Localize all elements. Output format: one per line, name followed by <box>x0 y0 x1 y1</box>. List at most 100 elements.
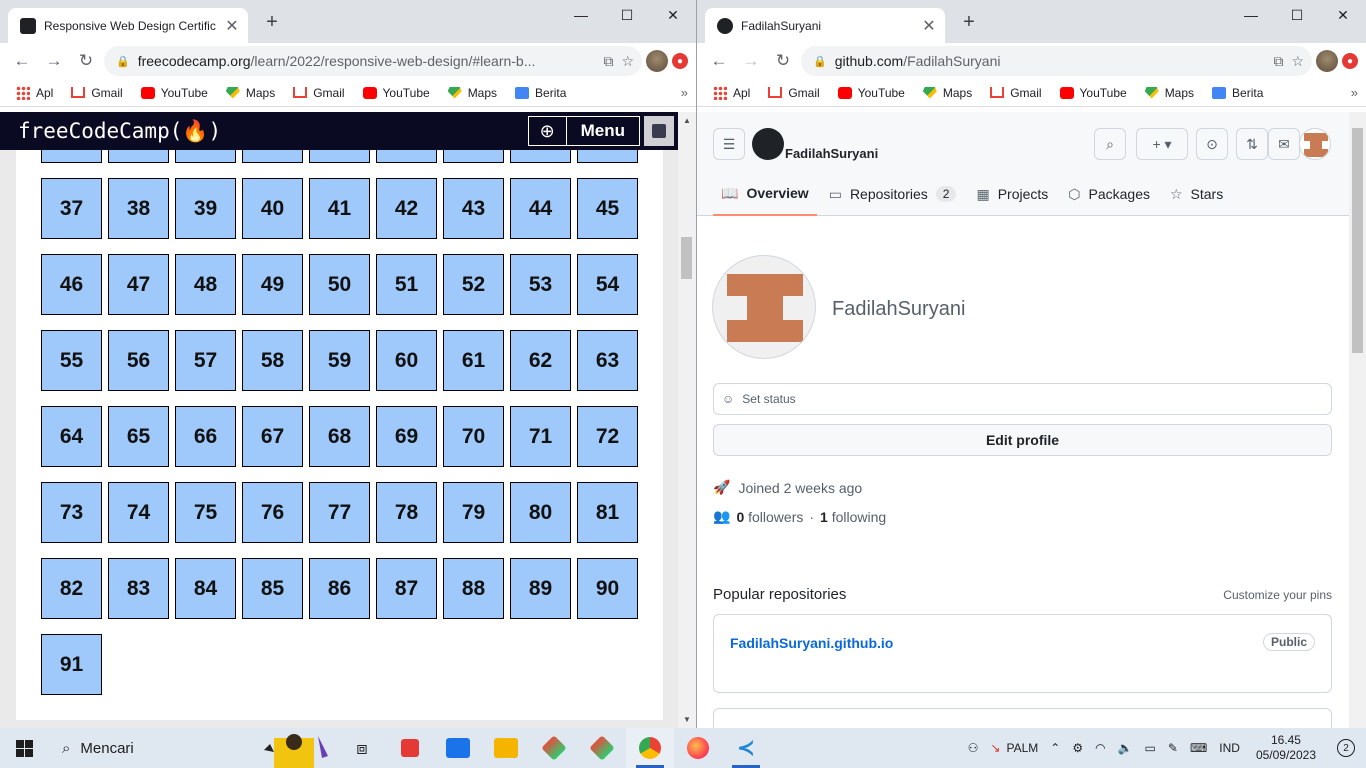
tab-stars[interactable]: ☆ Stars <box>1162 172 1231 216</box>
battery-icon[interactable]: ▭ <box>1139 728 1162 768</box>
back-button[interactable]: ← <box>705 47 733 75</box>
more-bookmarks-icon[interactable]: » <box>681 85 688 100</box>
back-button[interactable]: ← <box>8 47 36 75</box>
taskbar-search[interactable]: ⌕ Mencari <box>48 728 258 768</box>
scrollbar-thumb[interactable] <box>1352 128 1363 353</box>
header-username[interactable]: FadilahSuryani <box>785 146 878 161</box>
extension-icon[interactable]: ● <box>672 53 688 69</box>
set-status-button[interactable]: ☺ Set status <box>713 383 1332 415</box>
user-avatar[interactable] <box>644 116 674 146</box>
profile-avatar-large[interactable] <box>712 255 816 359</box>
more-bookmarks-icon[interactable]: » <box>1351 85 1358 100</box>
bookmark-youtube-2[interactable]: YouTube <box>362 86 430 100</box>
fcc-logo[interactable]: freeCodeCamp(🔥) <box>18 119 221 144</box>
header-avatar[interactable] <box>1299 128 1331 160</box>
network-icon[interactable]: ⚙ <box>1066 728 1089 768</box>
tab-overview[interactable]: 📖 Overview <box>713 172 817 216</box>
forward-button[interactable]: → <box>737 47 765 75</box>
issues-icon[interactable]: ⊙ <box>1196 128 1228 160</box>
bookmark-youtube-2[interactable]: YouTube <box>1059 86 1127 100</box>
notifications-button[interactable]: 2 <box>1326 739 1366 757</box>
bookmark-maps-2[interactable]: Maps <box>447 86 497 100</box>
github-logo-icon[interactable] <box>752 128 784 160</box>
tab-freecodecamp[interactable]: Responsive Web Design Certifica ✕ <box>8 8 248 43</box>
bookmark-gmail[interactable]: Gmail <box>768 86 820 100</box>
repo-name-link[interactable]: FadilahSuryani.github.io <box>730 635 893 651</box>
pen-icon[interactable]: ✎ <box>1162 728 1184 768</box>
bookmark-apps[interactable]: Apl <box>16 85 53 100</box>
tab-github[interactable]: FadilahSuryani ✕ <box>705 8 945 43</box>
git-app-2-icon[interactable] <box>578 728 626 768</box>
hamburger-menu-icon[interactable]: ☰ <box>713 128 745 160</box>
scrollbar-thumb[interactable] <box>681 237 692 279</box>
bookmark-maps[interactable]: Maps <box>922 86 972 100</box>
vscode-icon[interactable]: ≺ <box>722 728 770 768</box>
page-scrollbar[interactable]: ▲ ▼ <box>678 112 696 728</box>
inbox-icon[interactable]: ✉ <box>1268 128 1300 160</box>
search-highlight-image[interactable] <box>258 728 338 768</box>
volume-icon[interactable]: 🔈 <box>1112 728 1139 768</box>
bookmark-star-icon[interactable]: ☆ <box>621 53 634 70</box>
reload-button[interactable]: ↻ <box>72 47 100 75</box>
task-view-icon[interactable]: ⧈ <box>338 728 386 768</box>
bookmark-youtube[interactable]: YouTube <box>140 86 208 100</box>
address-bar[interactable]: 🔒 github.com/FadilahSuryani ⧉ ☆ <box>801 46 1312 76</box>
chevron-up-icon[interactable]: ⌃ <box>1044 728 1066 768</box>
close-tab-icon[interactable]: ✕ <box>921 16 937 36</box>
pull-requests-icon[interactable]: ⇅ <box>1236 128 1268 160</box>
file-explorer-icon[interactable] <box>482 728 530 768</box>
address-bar[interactable]: 🔒 freecodecamp.org/learn/2022/responsive… <box>104 46 642 76</box>
maximize-button[interactable]: ☐ <box>604 0 650 30</box>
keyboard-icon[interactable]: ⌨ <box>1184 728 1213 768</box>
bookmark-berita[interactable]: Berita <box>515 86 566 100</box>
new-tab-button[interactable]: + <box>959 12 979 32</box>
scroll-up-icon[interactable]: ▲ <box>678 116 696 125</box>
close-tab-icon[interactable]: ✕ <box>224 16 240 36</box>
create-new-dropdown[interactable]: + ▾ <box>1136 128 1188 160</box>
close-window-button[interactable]: ✕ <box>1320 0 1366 30</box>
wifi-icon[interactable]: ◠ <box>1089 728 1111 768</box>
bookmark-star-icon[interactable]: ☆ <box>1291 53 1304 70</box>
profile-avatar[interactable] <box>646 50 668 72</box>
tab-packages[interactable]: ⬡ Packages <box>1060 172 1158 216</box>
tab-projects[interactable]: ▦ Projects <box>968 172 1056 216</box>
minimize-button[interactable]: — <box>558 0 604 30</box>
scroll-down-icon[interactable]: ▼ <box>678 715 696 724</box>
stock-ticker[interactable]: ↘ PALM <box>984 728 1044 768</box>
language-indicator[interactable]: IND <box>1213 728 1246 768</box>
bookmark-apps[interactable]: Apl <box>713 85 750 100</box>
clock[interactable]: 16.45 05/09/2023 <box>1246 733 1326 763</box>
translate-icon[interactable]: ⧉ <box>603 53 613 70</box>
following-link[interactable]: 1 following <box>820 509 886 525</box>
extension-icon[interactable]: ● <box>1342 53 1358 69</box>
bookmark-youtube[interactable]: YouTube <box>837 86 905 100</box>
close-window-button[interactable]: ✕ <box>650 0 696 30</box>
followers-link[interactable]: 0 followers <box>736 509 803 525</box>
tab-repositories[interactable]: ▭ Repositories 2 <box>821 172 965 216</box>
forward-button[interactable]: → <box>40 47 68 75</box>
search-icon[interactable]: ⌕ <box>1094 128 1126 160</box>
bookmark-berita[interactable]: Berita <box>1212 86 1263 100</box>
mail-icon[interactable] <box>434 728 482 768</box>
language-globe-icon[interactable]: ⊕ <box>527 116 566 146</box>
page-scrollbar[interactable] <box>1349 112 1366 728</box>
maximize-button[interactable]: ☐ <box>1274 0 1320 30</box>
profile-avatar[interactable] <box>1316 50 1338 72</box>
start-button[interactable] <box>0 728 48 768</box>
bookmark-gmail[interactable]: Gmail <box>71 86 123 100</box>
edit-profile-button[interactable]: Edit profile <box>713 424 1332 456</box>
bookmark-maps[interactable]: Maps <box>225 86 275 100</box>
menu-button[interactable]: Menu <box>565 116 640 146</box>
bookmark-gmail-2[interactable]: Gmail <box>990 86 1042 100</box>
firefox-icon[interactable] <box>674 728 722 768</box>
chrome-icon[interactable] <box>626 728 674 768</box>
git-app-icon[interactable] <box>530 728 578 768</box>
new-tab-button[interactable]: + <box>262 12 282 32</box>
reload-button[interactable]: ↻ <box>769 47 797 75</box>
minimize-button[interactable]: — <box>1228 0 1274 30</box>
bookmark-maps-2[interactable]: Maps <box>1144 86 1194 100</box>
translate-icon[interactable]: ⧉ <box>1273 53 1283 70</box>
people-icon[interactable]: ⚇ <box>962 728 985 768</box>
bookmark-gmail-2[interactable]: Gmail <box>293 86 345 100</box>
customize-pins-link[interactable]: Customize your pins <box>1223 588 1332 602</box>
